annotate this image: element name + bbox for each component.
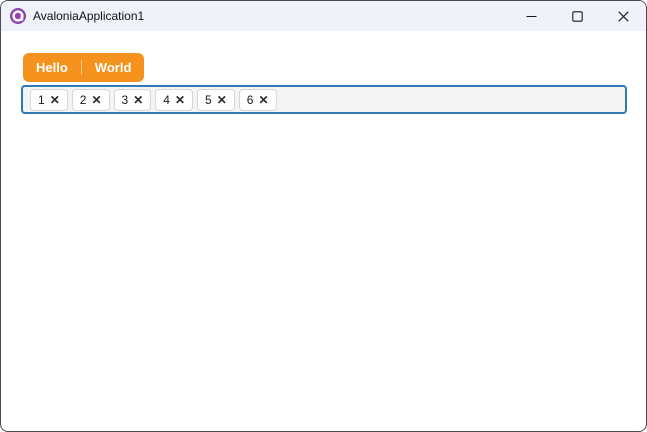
- tag-input-container[interactable]: 1 ✕ 2 ✕ 3 ✕ 4 ✕ 5 ✕ 6 ✕: [21, 85, 627, 114]
- remove-tag-icon[interactable]: ✕: [133, 90, 143, 110]
- titlebar[interactable]: AvaloniaApplication1: [1, 1, 646, 31]
- tag-chip: 3 ✕: [113, 88, 152, 111]
- remove-tag-icon[interactable]: ✕: [258, 90, 268, 110]
- tag-chip: 6 ✕: [238, 88, 277, 111]
- tag-chip-label: 4: [163, 92, 170, 107]
- close-button[interactable]: [600, 1, 646, 31]
- remove-tag-icon[interactable]: ✕: [91, 90, 101, 110]
- app-window: AvaloniaApplication1 Hello World 1 ✕ 2 ✕ 3 ✕ 4 ✕…: [0, 0, 647, 432]
- maximize-icon: [571, 10, 583, 22]
- remove-tag-icon[interactable]: ✕: [217, 90, 227, 110]
- tag-chip-label: 2: [79, 92, 87, 107]
- tag-chip-label: 1: [38, 92, 45, 107]
- minimize-button[interactable]: [508, 1, 554, 31]
- window-title: AvaloniaApplication1: [33, 9, 145, 23]
- tab-world[interactable]: World: [82, 53, 145, 82]
- tag-chip-label: 3: [121, 92, 129, 107]
- tag-chip: 2 ✕: [71, 88, 110, 111]
- tab-strip: Hello World: [23, 53, 145, 82]
- maximize-button[interactable]: [554, 1, 600, 31]
- tag-chip: 4 ✕: [155, 88, 193, 111]
- minimize-icon: [526, 15, 536, 17]
- remove-tag-icon[interactable]: ✕: [175, 90, 185, 110]
- window-controls: [508, 1, 646, 31]
- remove-tag-icon[interactable]: ✕: [50, 90, 60, 110]
- tag-chip-label: 6: [246, 92, 254, 107]
- tag-chip-label: 5: [205, 92, 212, 107]
- tag-chip: 1 ✕: [30, 88, 68, 111]
- avalonia-logo-icon: [10, 8, 26, 24]
- tag-chip: 5 ✕: [197, 88, 235, 111]
- close-icon: [617, 10, 629, 22]
- tab-hello[interactable]: Hello: [23, 53, 81, 82]
